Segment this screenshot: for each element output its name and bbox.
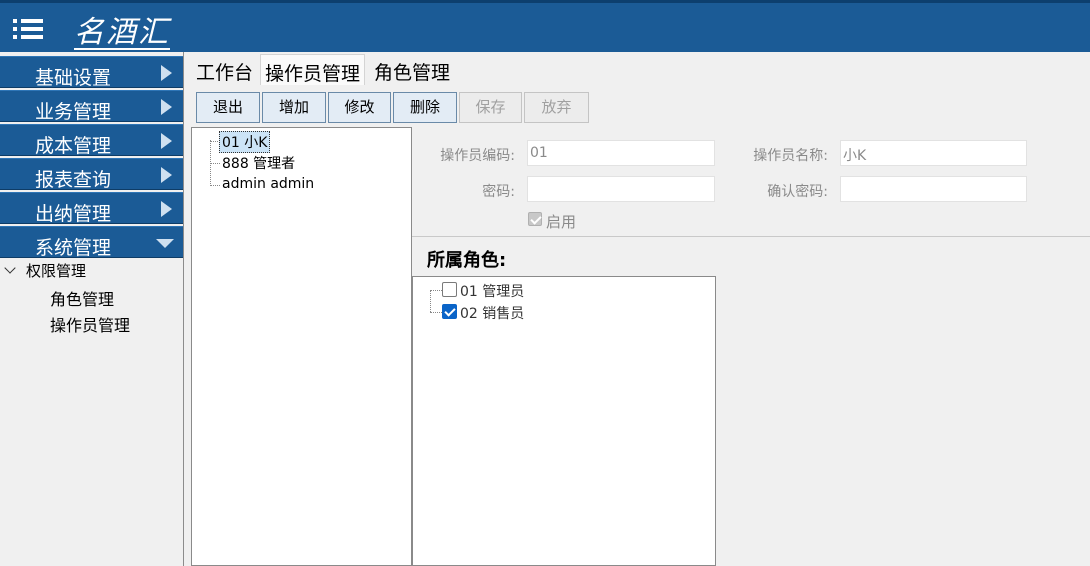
operator-form: 操作员编码: 01 操作员名称: 小K 密码: 确认密码: 启用 xyxy=(412,127,1090,237)
tree-item-role-management[interactable]: 角色管理 xyxy=(50,286,114,310)
confirm-password-label: 确认密码: xyxy=(767,184,828,200)
add-button[interactable]: 增加 xyxy=(262,92,326,123)
tab-workbench[interactable]: 工作台 xyxy=(192,54,257,85)
confirm-password-field[interactable] xyxy=(840,176,1027,202)
operator-node[interactable]: admin admin xyxy=(222,176,314,192)
sidebar: 基础设置 业务管理 成本管理 报表查询 出纳管理 系统管理 权限管理 角色管理 … xyxy=(0,52,184,566)
chevron-right-icon xyxy=(161,65,172,81)
role-label: 01 管理员 xyxy=(460,284,525,300)
app-logo: 名酒汇 xyxy=(74,15,170,50)
delete-button[interactable]: 删除 xyxy=(393,92,457,123)
sidebar-item-cost[interactable]: 成本管理 xyxy=(0,124,183,157)
tree-item-operator-management[interactable]: 操作员管理 xyxy=(50,312,130,336)
enabled-label: 启用 xyxy=(546,213,577,231)
sidebar-item-business[interactable]: 业务管理 xyxy=(0,90,183,123)
chevron-right-icon xyxy=(161,201,172,217)
save-button[interactable]: 保存 xyxy=(459,92,522,123)
tree-connector xyxy=(430,290,442,291)
tree-connector xyxy=(430,312,442,313)
sidebar-item-label: 报表查询 xyxy=(35,169,112,191)
password-label: 密码: xyxy=(482,184,515,200)
role-checkbox[interactable] xyxy=(442,304,457,319)
chevron-right-icon xyxy=(161,99,172,115)
sidebar-item-label: 出纳管理 xyxy=(35,203,112,225)
tab-role-management[interactable]: 角色管理 xyxy=(370,54,454,85)
exit-button[interactable]: 退出 xyxy=(196,92,260,123)
operator-tree: 01 小K 888 管理者 admin admin xyxy=(191,127,412,566)
sidebar-item-system[interactable]: 系统管理 xyxy=(0,226,183,259)
tree-connector xyxy=(210,163,220,164)
role-checkbox[interactable] xyxy=(442,282,457,297)
operator-node[interactable]: 01 小K xyxy=(219,131,271,153)
password-field[interactable] xyxy=(527,176,715,202)
operator-code-label: 操作员编码: xyxy=(440,148,515,164)
top-bar: 名酒汇 xyxy=(0,0,1090,52)
chevron-down-icon xyxy=(156,239,174,248)
tree-connector xyxy=(430,290,431,312)
tree-connector xyxy=(210,185,220,186)
sidebar-item-label: 系统管理 xyxy=(35,237,112,259)
hamburger-menu-icon[interactable] xyxy=(13,17,45,39)
chevron-right-icon xyxy=(161,167,172,183)
operator-code-field[interactable]: 01 xyxy=(527,140,715,166)
sidebar-item-label: 业务管理 xyxy=(35,101,112,123)
role-label: 02 销售员 xyxy=(460,306,525,322)
roles-title: 所属角色: xyxy=(427,250,507,271)
chevron-down-icon[interactable] xyxy=(4,262,16,274)
roles-tree: 01 管理员 02 销售员 xyxy=(412,276,716,566)
edit-button[interactable]: 修改 xyxy=(328,92,391,123)
sidebar-item-basic-settings[interactable]: 基础设置 xyxy=(0,56,183,89)
sidebar-item-label: 基础设置 xyxy=(35,67,112,89)
tab-operator-management[interactable]: 操作员管理 xyxy=(260,54,366,85)
tree-group-label: 权限管理 xyxy=(26,262,87,280)
sidebar-item-reports[interactable]: 报表查询 xyxy=(0,158,183,191)
sidebar-item-label: 成本管理 xyxy=(35,135,112,157)
operator-name-field[interactable]: 小K xyxy=(840,140,1027,166)
sidebar-item-cashier[interactable]: 出纳管理 xyxy=(0,192,183,225)
chevron-right-icon xyxy=(161,133,172,149)
operator-node[interactable]: 888 管理者 xyxy=(222,153,295,173)
operator-name-label: 操作员名称: xyxy=(753,148,828,164)
discard-button[interactable]: 放弃 xyxy=(524,92,589,123)
enabled-checkbox[interactable] xyxy=(528,212,542,226)
